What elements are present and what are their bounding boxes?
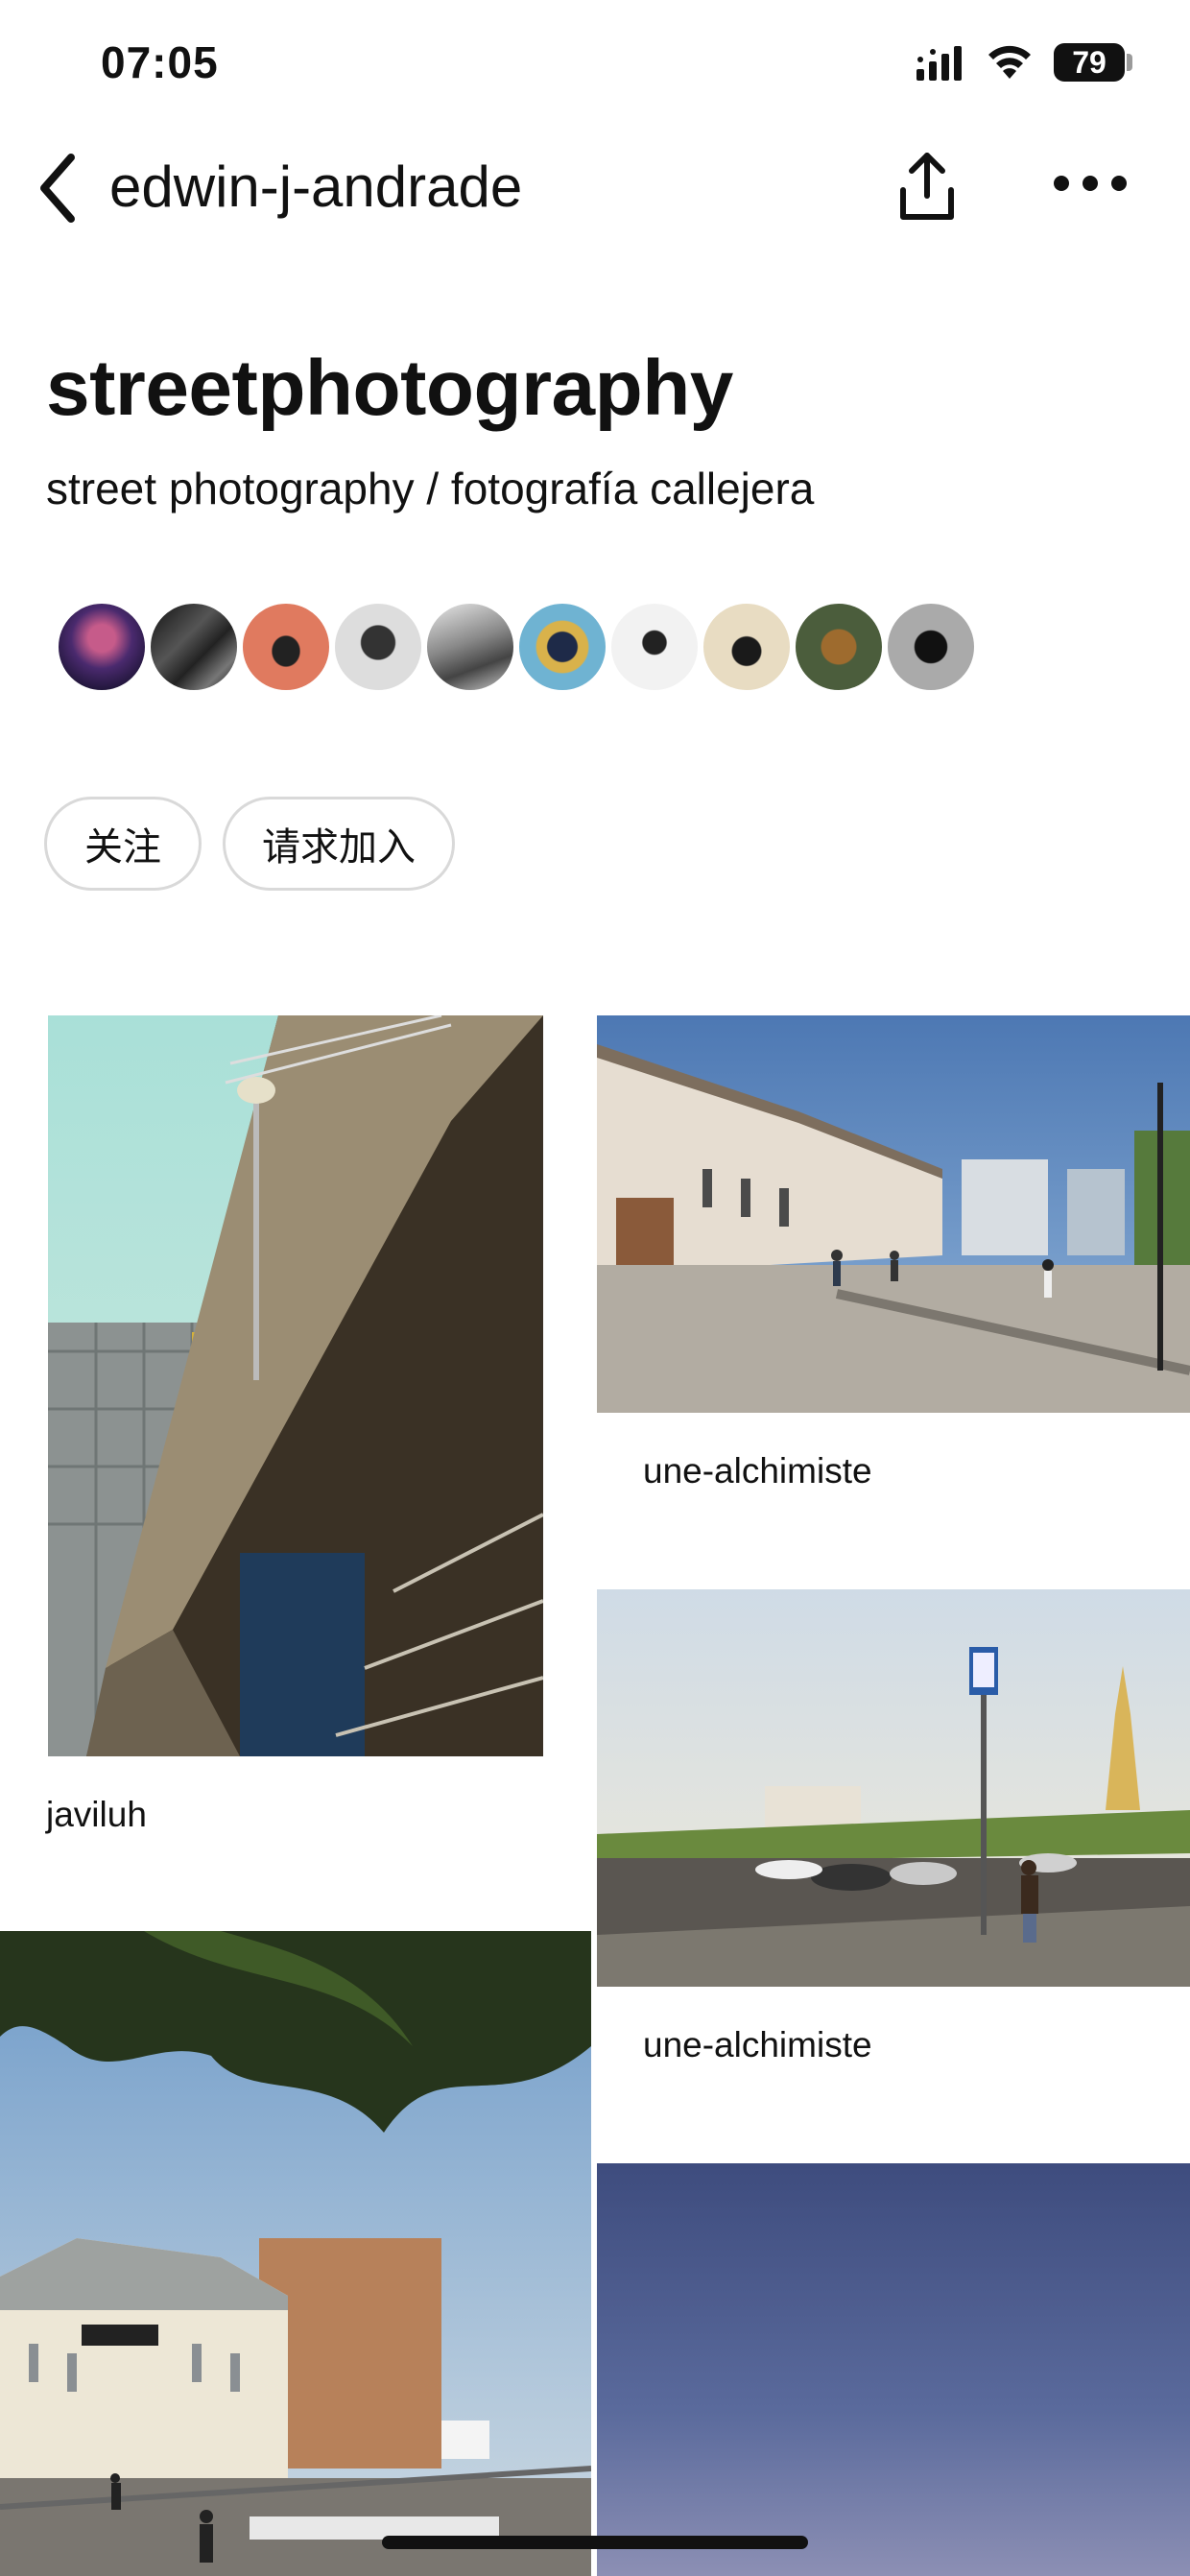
signal-icon — [916, 46, 962, 81]
pin-image[interactable] — [597, 2163, 1190, 2576]
pin-image[interactable] — [0, 1931, 591, 2576]
status-bar: 07:05 79 — [0, 0, 1190, 125]
status-time: 07:05 — [101, 37, 219, 87]
wifi-icon — [988, 45, 1031, 79]
avatar[interactable] — [516, 601, 608, 693]
home-indicator[interactable] — [382, 2536, 808, 2549]
avatar[interactable] — [332, 601, 424, 693]
back-icon[interactable] — [35, 152, 83, 225]
follow-button[interactable]: 关注 — [44, 797, 202, 891]
board-title: streetphotography — [46, 345, 733, 432]
avatar[interactable] — [701, 601, 793, 693]
avatar[interactable] — [148, 601, 240, 693]
request-join-button[interactable]: 请求加入 — [223, 797, 455, 891]
pin-caption[interactable]: une-alchimiste — [643, 1451, 872, 1491]
avatar[interactable] — [424, 601, 516, 693]
avatar[interactable] — [885, 601, 977, 693]
pin-caption[interactable]: javiluh — [46, 1795, 147, 1835]
battery-cap — [1127, 54, 1132, 71]
avatar[interactable] — [240, 601, 332, 693]
top-nav: edwin-j-andrade — [0, 125, 1190, 250]
more-icon[interactable] — [1052, 169, 1129, 198]
avatar[interactable] — [793, 601, 885, 693]
battery-icon: 79 — [1054, 43, 1125, 82]
pin-caption[interactable]: une-alchimiste — [643, 2025, 872, 2065]
battery-level: 79 — [1072, 44, 1107, 80]
share-icon[interactable] — [897, 152, 957, 221]
board-description: street photography / fotografía callejer… — [46, 464, 815, 513]
pin-image[interactable] — [48, 1015, 543, 1756]
pin-image[interactable] — [597, 1589, 1190, 1987]
pin-image[interactable] — [597, 1015, 1190, 1413]
avatar[interactable] — [608, 601, 701, 693]
profile-name[interactable]: edwin-j-andrade — [109, 154, 522, 220]
avatar[interactable] — [56, 601, 148, 693]
